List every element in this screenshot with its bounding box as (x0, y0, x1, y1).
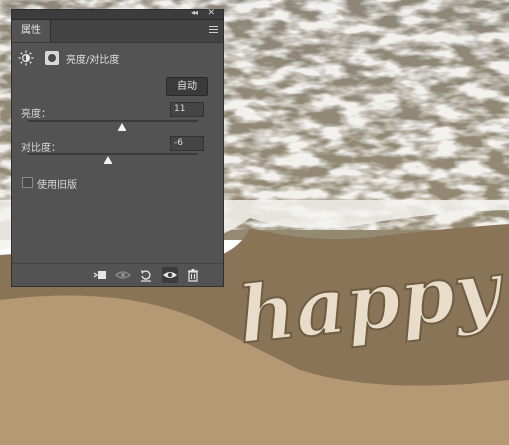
view-previous-state-icon[interactable] (115, 267, 131, 283)
contrast-slider-track[interactable] (28, 153, 198, 164)
layer-mask-icon[interactable] (45, 51, 59, 65)
adjustment-header: 亮度/对比度 (18, 50, 208, 66)
double-chevron-icon[interactable]: ◂◂ (191, 8, 198, 17)
brightness-slider-track[interactable] (28, 120, 198, 131)
trash-icon[interactable] (185, 267, 201, 283)
panel-menu-icon[interactable] (209, 26, 218, 34)
contrast-label: 对比度： (21, 143, 61, 154)
contrast-value-field[interactable]: -6 (170, 136, 204, 151)
auto-button[interactable]: 自动 (166, 77, 208, 96)
brightness-contrast-icon (18, 50, 34, 66)
brightness-label: 亮度： (21, 109, 51, 120)
eye-icon[interactable] (162, 267, 178, 283)
brightness-slider-thumb[interactable] (117, 123, 126, 131)
properties-panel: ◂◂ ✕ 属性 亮度/对比度 自动 亮度： 11 对比度： -6 使用旧版 (11, 8, 224, 287)
use-legacy-label: 使用旧版 (37, 180, 77, 191)
reset-icon[interactable] (138, 267, 154, 283)
tab-properties[interactable]: 属性 (12, 20, 51, 42)
panel-title-strip[interactable]: ◂◂ ✕ (12, 8, 223, 20)
adjustment-title: 亮度/对比度 (66, 55, 120, 66)
panel-bottom-toolbar (12, 263, 223, 286)
use-legacy-checkbox[interactable] (22, 177, 33, 188)
panel-tab-bar: 属性 (12, 20, 223, 43)
clip-to-layer-icon[interactable] (92, 267, 108, 283)
brightness-value-field[interactable]: 11 (170, 102, 204, 117)
close-icon[interactable]: ✕ (207, 8, 215, 18)
contrast-slider-thumb[interactable] (103, 156, 112, 164)
